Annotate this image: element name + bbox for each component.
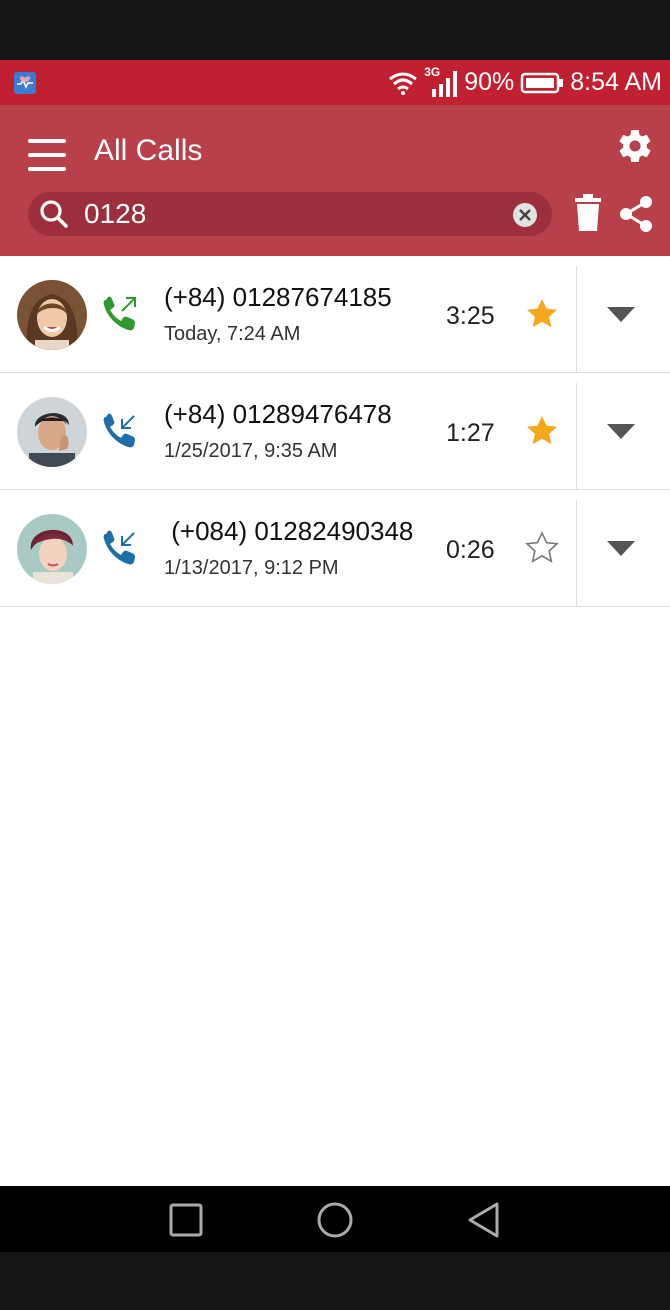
battery-icon (520, 71, 564, 95)
search-bar (28, 192, 552, 236)
call-datetime: 1/25/2017, 9:35 AM (164, 440, 338, 462)
top-screen-edge (0, 0, 670, 60)
settings-button[interactable] (616, 127, 654, 165)
menu-icon-bar (28, 139, 66, 143)
navigation-bar (0, 1186, 670, 1252)
clock: 8:54 AM (570, 68, 662, 96)
search-icon (38, 198, 70, 230)
row-divider (576, 500, 577, 607)
health-app-icon (14, 72, 36, 94)
call-row[interactable]: (+84) 01287674185 Today, 7:24 AM 3:25 (0, 256, 670, 373)
call-datetime: 1/13/2017, 9:12 PM (164, 557, 339, 579)
recent-apps-button[interactable] (166, 1200, 206, 1240)
delete-button[interactable] (572, 193, 604, 233)
back-triangle-icon (468, 1202, 499, 1238)
caller-number: (+84) 01289476478 (164, 399, 392, 429)
page-title: All Calls (94, 134, 203, 167)
row-divider (576, 266, 577, 373)
wifi-icon (388, 71, 418, 95)
home-button[interactable] (315, 1200, 355, 1240)
app-bar: All Calls (0, 105, 670, 256)
expand-button[interactable] (596, 296, 646, 332)
avatar[interactable] (17, 397, 87, 467)
menu-icon-bar (28, 153, 66, 157)
outgoing-call-icon (100, 294, 140, 334)
call-row[interactable]: (+084) 01282490348 1/13/2017, 9:12 PM 0:… (0, 490, 670, 607)
menu-icon-bar (28, 167, 66, 171)
chevron-down-icon (607, 424, 635, 439)
signal-icon: 3G (424, 65, 458, 99)
share-icon (620, 196, 652, 232)
menu-button[interactable] (24, 133, 70, 177)
avatar[interactable] (17, 280, 87, 350)
expand-button[interactable] (596, 413, 646, 449)
caller-number: (+84) 01287674185 (164, 282, 392, 312)
caller-number: (+084) 01282490348 (164, 516, 414, 546)
circle-icon (317, 1202, 353, 1238)
battery-percentage: 90% (464, 68, 515, 96)
gear-icon (619, 130, 651, 162)
call-duration: 1:27 (446, 419, 495, 447)
status-bar: 3G 90% 8:54 AM (0, 60, 670, 105)
star-icon[interactable] (523, 295, 561, 333)
incoming-call-icon (100, 411, 140, 451)
avatar[interactable] (17, 514, 87, 584)
square-icon (169, 1203, 203, 1237)
incoming-call-icon (100, 528, 140, 568)
call-duration: 3:25 (446, 302, 495, 330)
share-button[interactable] (618, 195, 654, 233)
chevron-down-icon (607, 541, 635, 556)
call-duration: 0:26 (446, 536, 495, 564)
star-outline-icon[interactable] (523, 529, 561, 567)
call-datetime: Today, 7:24 AM (164, 323, 301, 345)
bottom-screen-edge (0, 1252, 670, 1310)
clear-search-button[interactable] (512, 202, 538, 228)
row-divider (576, 383, 577, 490)
call-row[interactable]: (+84) 01289476478 1/25/2017, 9:35 AM 1:2… (0, 373, 670, 490)
call-list: (+84) 01287674185 Today, 7:24 AM 3:25 (+… (0, 256, 670, 607)
search-input[interactable] (84, 197, 504, 231)
close-icon (513, 203, 537, 227)
chevron-down-icon (607, 307, 635, 322)
star-icon[interactable] (523, 412, 561, 450)
back-button[interactable] (464, 1200, 504, 1240)
trash-icon (575, 194, 601, 231)
expand-button[interactable] (596, 530, 646, 566)
